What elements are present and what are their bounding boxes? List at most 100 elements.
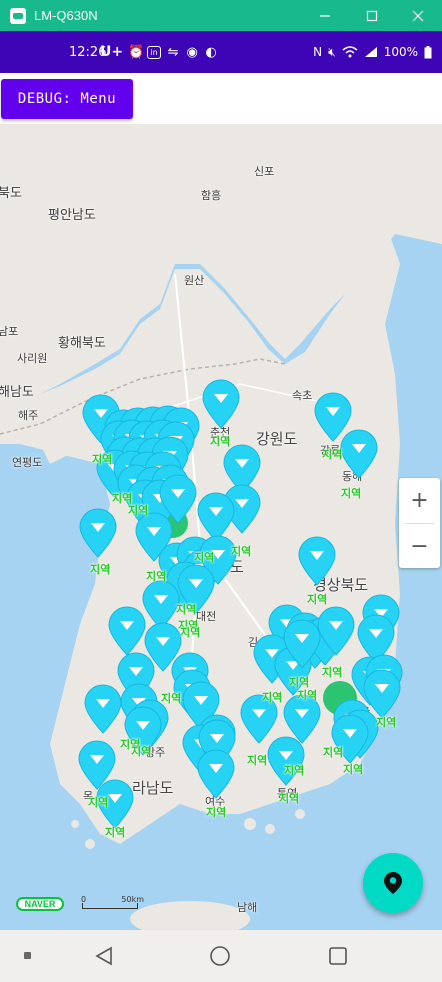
maximize-icon bbox=[366, 10, 378, 21]
pin-icon bbox=[283, 619, 321, 669]
wifi-icon bbox=[342, 46, 358, 58]
marker-region-label: 지역 bbox=[376, 716, 397, 729]
marker-region-label: 지역 bbox=[206, 806, 227, 819]
eye-icon: ◉ bbox=[186, 44, 198, 60]
overview-icon bbox=[329, 947, 347, 965]
marker-region-label: 지역 bbox=[307, 593, 328, 606]
pin-icon bbox=[108, 606, 146, 656]
map-marker-pin[interactable] bbox=[266, 736, 306, 786]
mute-icon: 🔇︎ bbox=[328, 44, 336, 59]
marker-region-label: 지역 bbox=[341, 487, 362, 500]
map-scale-bar: 0 50km bbox=[81, 895, 144, 911]
map-marker-pin[interactable] bbox=[83, 684, 123, 734]
pin-icon bbox=[84, 684, 122, 734]
location-pin-icon bbox=[384, 872, 402, 894]
place-nbuk: 북도 bbox=[0, 186, 22, 201]
overview-button[interactable] bbox=[326, 944, 350, 968]
maximize-button[interactable] bbox=[349, 0, 395, 31]
marker-region-label: 지역 bbox=[322, 448, 343, 461]
signal-icon bbox=[364, 47, 377, 57]
scale-line bbox=[82, 903, 138, 909]
uplus-icon: U+ bbox=[100, 44, 124, 60]
home-icon bbox=[210, 946, 230, 966]
battery-icon bbox=[424, 45, 432, 58]
dot-icon bbox=[24, 952, 31, 959]
place-yeonpyeongdo: 연평도 bbox=[12, 456, 43, 469]
naver-logo: NAVER bbox=[16, 897, 64, 911]
navigation-bar bbox=[0, 930, 442, 982]
map-view[interactable]: 북도 평안남도 함흥 신포 원산 남포 황해북도 사리원 해남도 해주 연평도 … bbox=[0, 124, 442, 930]
map-marker-pin[interactable] bbox=[196, 749, 236, 799]
alarm-icon: ⏰ bbox=[128, 44, 145, 60]
debug-bar: DEBUG: Menu bbox=[0, 73, 442, 124]
back-button[interactable] bbox=[92, 944, 116, 968]
map-marker-pin[interactable] bbox=[339, 429, 379, 479]
app-window: LM-Q630N 12:26 U+ ⏰ in ⇋ ◉ ◐ N 🔇︎ 100% D… bbox=[0, 0, 442, 982]
pin-icon bbox=[317, 606, 355, 656]
pin-icon bbox=[267, 736, 305, 786]
marker-region-label: 지역 bbox=[284, 764, 305, 777]
marker-region-label: 지역 bbox=[323, 746, 344, 759]
marker-region-label: 지역 bbox=[92, 453, 113, 466]
home-button[interactable] bbox=[208, 944, 232, 968]
marker-region-label: 지역 bbox=[231, 545, 252, 558]
nfc-icon: N bbox=[313, 45, 323, 59]
marker-region-label: 지역 bbox=[297, 689, 318, 702]
marker-region-label: 지역 bbox=[279, 792, 300, 805]
marker-region-label: 지역 bbox=[322, 666, 343, 679]
window-title: LM-Q630N bbox=[34, 8, 98, 23]
place-pyongannamdo: 평안남도 bbox=[48, 208, 96, 223]
pin-icon bbox=[340, 429, 378, 479]
debug-menu-button[interactable]: DEBUG: Menu bbox=[1, 79, 133, 119]
status-bar: 12:26 U+ ⏰ in ⇋ ◉ ◐ N 🔇︎ 100% bbox=[0, 31, 442, 73]
place-sinpo: 신포 bbox=[254, 165, 275, 178]
marker-region-label: 지역 bbox=[131, 745, 152, 758]
pin-icon bbox=[298, 536, 336, 586]
marker-region-label: 지역 bbox=[176, 603, 197, 616]
minimize-icon bbox=[320, 14, 330, 17]
marker-region-label: 지역 bbox=[180, 626, 201, 639]
marker-region-label: 지역 bbox=[262, 691, 283, 704]
zoom-out-button[interactable]: − bbox=[399, 524, 440, 569]
map-marker-pin[interactable] bbox=[316, 606, 356, 656]
marker-region-label: 지역 bbox=[105, 826, 126, 839]
map-marker-pin[interactable] bbox=[282, 619, 322, 669]
marker-region-label: 지역 bbox=[194, 551, 215, 564]
app-icon: ◐ bbox=[205, 44, 217, 60]
pin-icon bbox=[79, 508, 117, 558]
map-marker-pin[interactable] bbox=[201, 379, 241, 429]
marker-region-label: 지역 bbox=[90, 563, 111, 576]
linkedin-icon: in bbox=[147, 45, 162, 59]
battery-percent: 100% bbox=[383, 45, 418, 59]
marker-region-label: 지역 bbox=[146, 570, 167, 583]
zoom-in-button[interactable]: + bbox=[399, 478, 440, 523]
place-haenamdo: 해남도 bbox=[0, 385, 34, 400]
place-sokcho: 속초 bbox=[292, 389, 313, 402]
map-marker-pin[interactable] bbox=[297, 536, 337, 586]
place-wonsan: 원산 bbox=[184, 274, 205, 287]
map-marker-pin[interactable] bbox=[107, 606, 147, 656]
marker-region-label: 지역 bbox=[343, 763, 364, 776]
place-namhae: 남해 bbox=[237, 901, 258, 914]
place-gangwondo: 강원도 bbox=[256, 430, 298, 448]
marker-region-label: 지역 bbox=[210, 435, 231, 448]
marker-region-label: 지역 bbox=[161, 692, 182, 705]
window-title-bar: LM-Q630N bbox=[0, 0, 442, 31]
place-hwanghaebukdo: 황해북도 bbox=[58, 336, 106, 351]
marker-region-label: 지역 bbox=[128, 504, 149, 517]
place-jeollanamdo: 라남도 bbox=[132, 779, 174, 797]
close-icon bbox=[412, 10, 424, 21]
recents-dot[interactable] bbox=[20, 944, 36, 968]
status-left-icons: U+ ⏰ in ⇋ ◉ ◐ bbox=[100, 44, 218, 60]
map-marker-pin[interactable] bbox=[78, 508, 118, 558]
minimize-button[interactable] bbox=[302, 0, 348, 31]
app-logo-icon bbox=[10, 7, 26, 24]
location-fab-button[interactable] bbox=[363, 853, 423, 913]
status-right-icons: N 🔇︎ 100% bbox=[313, 45, 432, 60]
close-button[interactable] bbox=[395, 0, 441, 31]
place-hamheung: 함흥 bbox=[201, 189, 222, 202]
pin-icon bbox=[202, 379, 240, 429]
place-sariwon: 사리원 bbox=[17, 352, 48, 365]
place-nampo: 남포 bbox=[0, 325, 19, 338]
zoom-control: + − bbox=[399, 478, 440, 568]
